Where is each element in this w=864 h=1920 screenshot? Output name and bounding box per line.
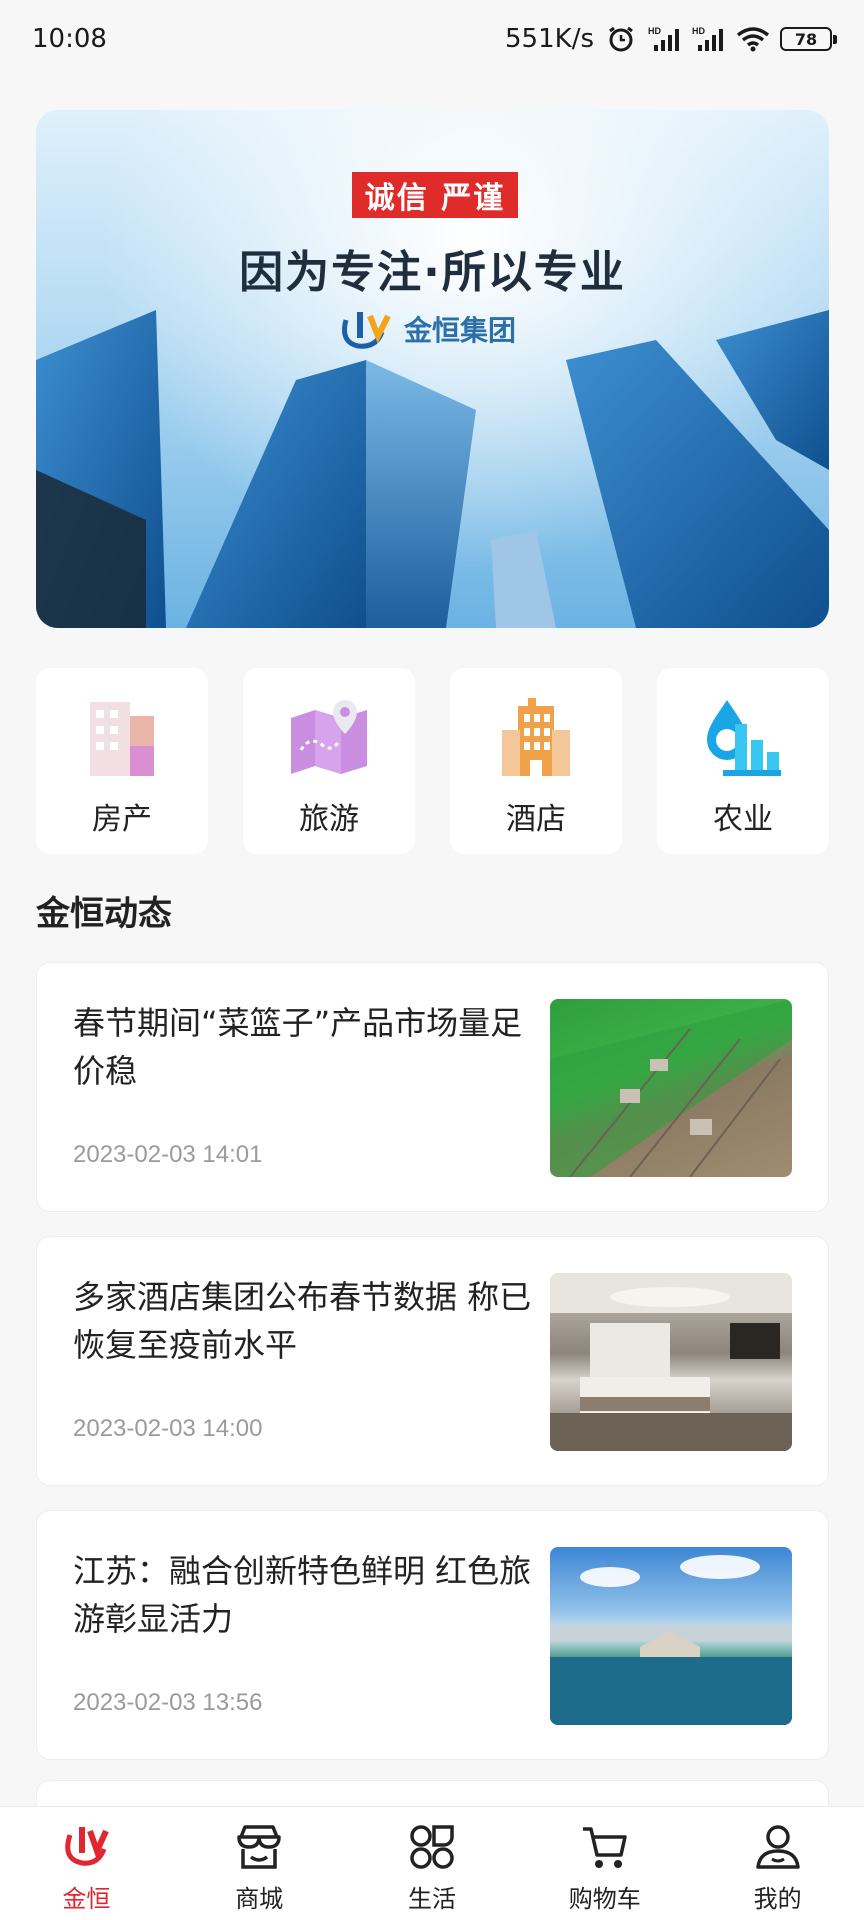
category-travel[interactable]: 旅游 <box>243 668 415 854</box>
nav-item-home[interactable]: 金恒 <box>11 1807 161 1914</box>
nav-label: 购物车 <box>568 1885 641 1913</box>
banner-slogan: 因为专注·所以专业 <box>239 247 626 298</box>
svg-text:HD: HD <box>648 26 661 36</box>
agriculture-icon <box>707 700 781 776</box>
category-hotel[interactable]: 酒店 <box>450 668 622 854</box>
category-label: 旅游 <box>299 802 359 837</box>
category-label: 房产 <box>92 802 152 837</box>
brand-logo-icon <box>65 1827 110 1866</box>
banner-carousel[interactable]: 诚信 严谨 因为专注·所以专业 金恒集团 <box>36 110 829 628</box>
battery-icon: 78 <box>780 27 837 51</box>
banner-logo: 金恒集团 <box>336 306 516 352</box>
cart-icon <box>582 1827 627 1868</box>
nav-item-cart[interactable]: 购物车 <box>530 1807 680 1914</box>
news-title: 江苏：融合创新特色鲜明 红色旅游彰显活力 <box>73 1552 532 1638</box>
wifi-icon <box>736 27 770 52</box>
hd-signal-icon: HD <box>692 26 723 51</box>
nav-label: 金恒 <box>62 1885 111 1913</box>
category-label: 酒店 <box>506 802 566 837</box>
nav-label: 生活 <box>407 1885 456 1913</box>
map-icon <box>291 700 367 774</box>
building-icon <box>90 702 154 776</box>
news-time: 2023-02-03 14:00 <box>73 1415 263 1442</box>
category-real-estate[interactable]: 房产 <box>36 668 208 854</box>
network-speed: 551K/s <box>505 24 594 54</box>
news-time: 2023-02-03 13:56 <box>73 1689 263 1716</box>
hotel-room-image <box>550 1273 792 1451</box>
status-icons: 551K/s HD HD 78 <box>505 24 837 54</box>
hotel-icon <box>502 698 570 776</box>
nav-item-profile[interactable]: 我的 <box>703 1807 853 1914</box>
category-grid: 房产 旅游 酒店 农业 <box>36 668 829 854</box>
category-agriculture[interactable]: 农业 <box>657 668 829 854</box>
news-title: 多家酒店集团公布春节数据 称已恢复至疫前水平 <box>73 1278 532 1364</box>
user-icon <box>755 1825 800 1869</box>
news-card[interactable]: 多家酒店集团公布春节数据 称已恢复至疫前水平 2023-02-03 14:00 <box>36 1236 829 1486</box>
news-time: 2023-02-03 14:01 <box>73 1141 263 1168</box>
news-title: 春节期间“菜篮子”产品市场量足价稳 <box>73 1004 523 1090</box>
banner-logo-text: 金恒集团 <box>404 314 517 347</box>
category-label: 农业 <box>713 802 773 837</box>
news-card[interactable]: 江苏：融合创新特色鲜明 红色旅游彰显活力 2023-02-03 13:56 <box>36 1510 829 1760</box>
bottom-nav: 金恒 商城 生活 购物车 我的 <box>0 1806 864 1920</box>
alarm-icon <box>609 26 633 52</box>
nav-item-shop[interactable]: 商城 <box>184 1807 334 1914</box>
nav-label: 我的 <box>753 1885 802 1913</box>
nav-label: 商城 <box>235 1885 284 1913</box>
status-bar: 10:08 551K/s HD HD 78 <box>0 0 864 78</box>
svg-text:HD: HD <box>692 26 705 36</box>
section-title: 金恒动态 <box>36 894 172 934</box>
nav-item-life[interactable]: 生活 <box>357 1807 507 1914</box>
banner-badge: 诚信 严谨 <box>352 172 518 218</box>
farm-image <box>550 999 792 1177</box>
brand-logo-icon <box>342 312 391 349</box>
shop-icon <box>237 1825 281 1869</box>
status-time: 10:08 <box>32 24 107 54</box>
hd-signal-icon: HD <box>648 26 679 51</box>
apps-grid-icon <box>410 1825 454 1869</box>
news-card[interactable]: 春节期间“菜篮子”产品市场量足价稳 2023-02-03 14:01 <box>36 962 829 1212</box>
lake-image <box>550 1547 792 1725</box>
